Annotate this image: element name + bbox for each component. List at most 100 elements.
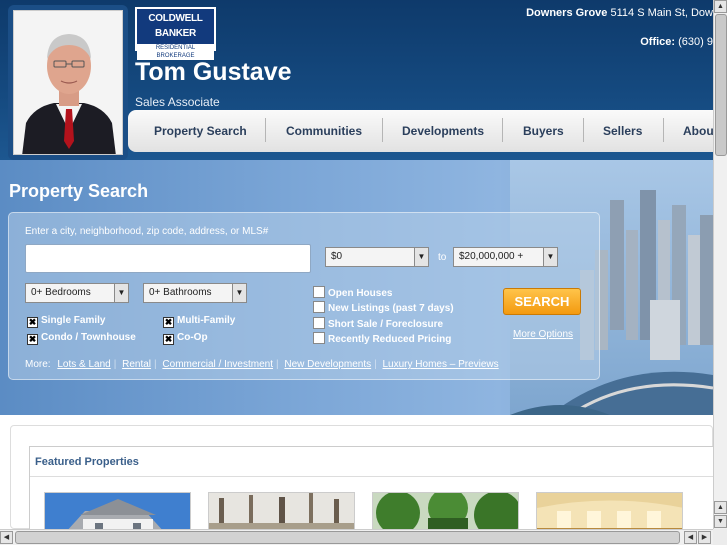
scroll-up-icon[interactable]: ▲ (714, 501, 727, 514)
nav-item-property-search[interactable]: Property Search (154, 110, 247, 152)
condo-townhouse-label: Condo / Townhouse (41, 332, 136, 343)
luxury-homes-link[interactable]: Luxury Homes – Previews (383, 359, 499, 370)
coldwell-banker-logo[interactable]: COLDWELL BANKER RESIDENTIAL BROKERAGE (135, 7, 216, 60)
horizontal-scrollbar[interactable]: ◀ ◀ ▶ (0, 529, 713, 545)
checkbox-empty-icon (313, 301, 325, 313)
office-phone-line: Office: (630) 9 (640, 36, 713, 48)
max-price-value: $20,000,000 + (459, 251, 524, 262)
featured-property-thumbnail[interactable] (208, 492, 355, 532)
nav-divider (382, 118, 383, 142)
more-options-link[interactable]: More Options (513, 329, 573, 340)
featured-properties-title: Featured Properties (35, 456, 139, 468)
horizontal-scroll-thumb[interactable] (15, 531, 680, 544)
new-listings-checkbox[interactable]: New Listings (past 7 days) (313, 301, 454, 314)
checkbox-checked-icon: ✖ (163, 317, 174, 328)
location-hint: Enter a city, neighborhood, zip code, ad… (25, 226, 269, 237)
lots-land-link[interactable]: Lots & Land (57, 359, 110, 370)
scroll-left-icon[interactable]: ◀ (0, 531, 13, 544)
nav-item-about[interactable]: Abou (683, 110, 714, 152)
nav-item-sellers[interactable]: Sellers (603, 110, 642, 152)
link-separator: | (374, 359, 377, 370)
rental-link[interactable]: Rental (122, 359, 151, 370)
featured-property-thumbnail[interactable] (536, 492, 683, 532)
vertical-scrollbar[interactable]: ▲ ▲ ▼ (713, 0, 727, 529)
more-links-row: More: Lots & Land | Rental | Commercial / … (25, 359, 499, 370)
scrollbar-corner (713, 529, 727, 545)
logo-line1: COLDWELL (148, 13, 203, 24)
site-header: COLDWELL BANKER RESIDENTIAL BROKERAGE To… (0, 0, 714, 160)
max-price-select[interactable]: $20,000,000 + ▼ (453, 247, 558, 267)
vertical-scroll-thumb[interactable] (715, 14, 727, 156)
featured-divider (30, 476, 715, 477)
single-family-label: Single Family (41, 315, 106, 326)
nav-divider (265, 118, 266, 142)
checkbox-checked-icon: ✖ (163, 334, 174, 345)
agent-name: Tom Gustave (135, 58, 292, 86)
featured-property-thumbnail[interactable] (372, 492, 519, 532)
featured-property-thumbnail[interactable] (44, 492, 191, 532)
checkbox-empty-icon (313, 332, 325, 344)
bedrooms-select[interactable]: 0+ Bedrooms ▼ (25, 283, 129, 303)
more-label: More: (25, 359, 51, 370)
link-separator: | (276, 359, 279, 370)
logo-line2: BANKER (155, 28, 196, 39)
short-sale-checkbox[interactable]: Short Sale / Foreclosure (313, 317, 443, 330)
link-separator: | (154, 359, 157, 370)
nav-item-developments[interactable]: Developments (402, 110, 484, 152)
checkbox-empty-icon (313, 286, 325, 298)
office-address-line: Downers Grove 5114 S Main St, Dow (526, 7, 713, 19)
new-developments-link[interactable]: New Developments (284, 359, 371, 370)
commercial-investment-link[interactable]: Commercial / Investment (162, 359, 273, 370)
nav-item-communities[interactable]: Communities (286, 110, 362, 152)
search-panel: Enter a city, neighborhood, zip code, ad… (8, 212, 600, 380)
co-op-label: Co-Op (177, 332, 208, 343)
chevron-down-icon: ▼ (114, 284, 128, 302)
scroll-up-icon[interactable]: ▲ (714, 0, 727, 13)
checkbox-empty-icon (313, 317, 325, 329)
scroll-left-icon[interactable]: ◀ (684, 531, 697, 544)
new-listings-label: New Listings (past 7 days) (328, 303, 454, 314)
multi-family-checkbox[interactable]: ✖ Multi-Family (163, 315, 235, 328)
main-nav: Property Search Communities Developments… (128, 110, 714, 152)
chevron-down-icon: ▼ (543, 248, 557, 266)
bathrooms-select[interactable]: 0+ Bathrooms ▼ (143, 283, 247, 303)
nav-divider (583, 118, 584, 142)
checkbox-checked-icon: ✖ (27, 317, 38, 328)
location-search-input[interactable] (25, 244, 311, 273)
scroll-down-icon[interactable]: ▼ (714, 515, 727, 528)
single-family-checkbox[interactable]: ✖ Single Family (27, 315, 105, 328)
open-houses-checkbox[interactable]: Open Houses (313, 286, 392, 299)
search-button[interactable]: SEARCH (503, 288, 581, 315)
min-price-select[interactable]: $0 ▼ (325, 247, 429, 267)
property-search-title: Property Search (9, 181, 149, 201)
reduced-pricing-label: Recently Reduced Pricing (328, 334, 452, 345)
office-address: 5114 S Main St, Dow (610, 7, 713, 19)
open-houses-label: Open Houses (328, 288, 393, 299)
office-label: Office: (640, 36, 676, 48)
reduced-pricing-checkbox[interactable]: Recently Reduced Pricing (313, 332, 451, 345)
featured-section: Featured Properties (10, 425, 715, 532)
agent-title: Sales Associate (135, 95, 220, 109)
search-hero: Property Search Enter a city, neighborho… (0, 160, 713, 415)
nav-divider (502, 118, 503, 142)
nav-item-buyers[interactable]: Buyers (523, 110, 564, 152)
short-sale-label: Short Sale / Foreclosure (328, 319, 444, 330)
agent-photo (13, 10, 123, 155)
min-price-value: $0 (331, 251, 343, 262)
multi-family-label: Multi-Family (177, 315, 236, 326)
co-op-checkbox[interactable]: ✖ Co-Op (163, 332, 208, 345)
scroll-right-icon[interactable]: ▶ (698, 531, 711, 544)
link-separator: | (113, 359, 117, 370)
nav-divider (663, 118, 664, 142)
checkbox-checked-icon: ✖ (27, 334, 38, 345)
condo-townhouse-checkbox[interactable]: ✖ Condo / Townhouse (27, 332, 136, 345)
bathrooms-value: 0+ Bathrooms (149, 287, 212, 298)
agent-photo-frame (8, 5, 128, 160)
featured-properties-box: Featured Properties (29, 446, 715, 532)
chevron-down-icon: ▼ (232, 284, 246, 302)
office-phone: (630) 9 (678, 36, 713, 48)
bedrooms-value: 0+ Bedrooms (31, 287, 91, 298)
chevron-down-icon: ▼ (414, 248, 428, 266)
office-city: Downers Grove (526, 7, 608, 19)
price-to-label: to (438, 252, 447, 263)
